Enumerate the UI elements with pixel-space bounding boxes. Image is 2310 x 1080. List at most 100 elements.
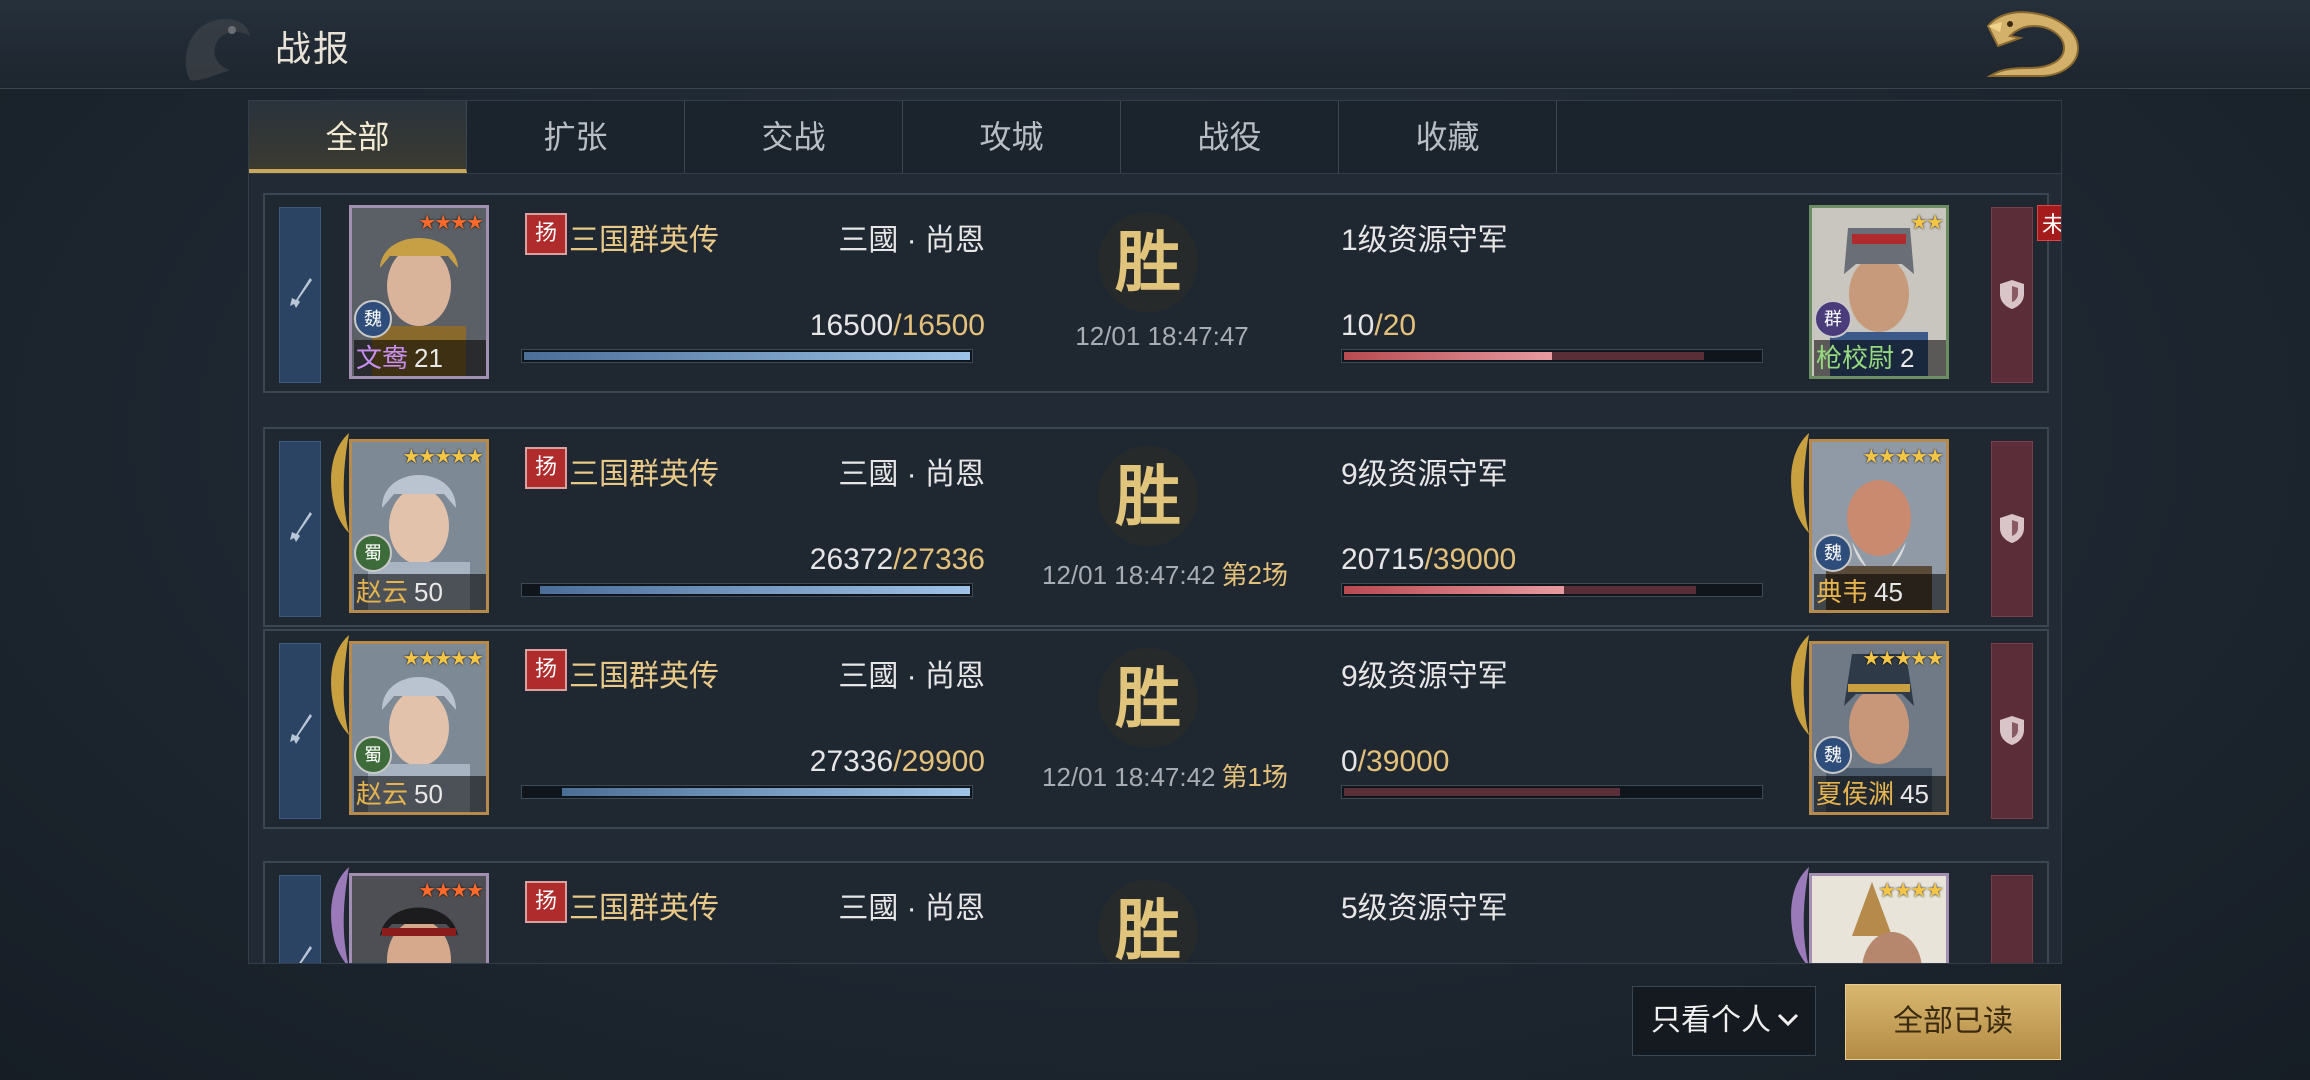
hero-name: 赵云 50 xyxy=(354,776,486,812)
attacker-portrait[interactable]: ★★★★★ 蜀 赵云 50 xyxy=(349,439,489,613)
server-tag: 扬 xyxy=(525,213,567,255)
report-row[interactable]: ★★★★ 魏 文鸯 21 扬 三国群英传 三國 · 尚恩 16500/16500 … xyxy=(263,193,2061,393)
star-rating: ★★ xyxy=(1910,212,1944,234)
defender-side-marker xyxy=(1991,643,2033,819)
attacker-portrait[interactable]: ★★★★★ 蜀 赵云 50 xyxy=(349,641,489,815)
victory-emblem-icon: 胜 xyxy=(1098,212,1198,312)
page-title: 战报 xyxy=(275,28,352,69)
report-list[interactable]: ★★★★ 魏 文鸯 21 扬 三国群英传 三國 · 尚恩 16500/16500 … xyxy=(249,181,2061,963)
attacker-portrait[interactable]: ★★★★ 魏 文鸯 21 xyxy=(349,205,489,379)
hero-level: 45 xyxy=(1900,779,1929,809)
player-name: 三國 · 尚恩 xyxy=(838,660,985,693)
defender-troops: 20715/39000 xyxy=(1341,543,1517,576)
hero-level: 50 xyxy=(414,577,443,607)
enemy-name: 9级资源守军 xyxy=(1341,660,1508,693)
hero-name: 夏侯渊 45 xyxy=(1814,776,1946,812)
attacker-troop-fill xyxy=(540,586,970,594)
victory-emblem-icon: 胜 xyxy=(1098,880,1198,963)
defender-troops: 0/39000 xyxy=(1341,745,1450,778)
enemy-name: 5级资源守军 xyxy=(1341,892,1508,925)
defender-troop-bar xyxy=(1341,785,1763,799)
dragon-emblem-icon xyxy=(185,18,250,81)
attacker-troops: 27336/29900 xyxy=(809,745,985,778)
server-name: 三国群英传 xyxy=(569,224,719,257)
gold-wing-icon xyxy=(331,433,349,533)
defender-troop-bar xyxy=(1341,349,1763,363)
server-name: 三国群英传 xyxy=(569,892,719,925)
defender-portrait[interactable]: ★★★★ xyxy=(1809,873,1949,963)
player-name: 三國 · 尚恩 xyxy=(838,224,985,257)
defender-troop-bar xyxy=(1341,583,1763,597)
battle-time: 12/01 18:47:42 第1场 xyxy=(1042,762,1288,792)
star-rating: ★★★★★ xyxy=(402,648,484,670)
defender-troop-fill xyxy=(1344,586,1564,594)
server-name: 三国群英传 xyxy=(569,660,719,693)
dragon-back-icon[interactable] xyxy=(1980,6,2086,80)
server-name: 三国群英传 xyxy=(569,458,719,491)
server-tag: 扬 xyxy=(525,881,567,923)
shield-icon xyxy=(2000,514,2024,543)
hero-name: 赵云 50 xyxy=(354,574,486,610)
tab-expand[interactable]: 扩张 xyxy=(467,101,685,173)
tab-engage[interactable]: 交战 xyxy=(685,101,903,173)
svg-text:胜: 胜 xyxy=(1115,457,1181,535)
hero-name: 典韦 45 xyxy=(1814,574,1946,610)
hero-level: 2 xyxy=(1900,343,1915,373)
defender-portrait[interactable]: ★★★★★ 魏 夏侯渊 45 xyxy=(1809,641,1949,815)
tab-bar: 全部 扩张 交战 攻城 战役 收藏 xyxy=(249,101,2061,174)
mark-all-read-button[interactable]: 全部已读 xyxy=(1845,984,2061,1060)
faction-badge: 群 xyxy=(1814,300,1852,338)
tab-all[interactable]: 全部 xyxy=(249,101,467,173)
hero-name: 枪校尉 2 xyxy=(1814,340,1946,376)
tab-siege[interactable]: 攻城 xyxy=(903,101,1121,173)
purple-wing-icon xyxy=(1791,867,1809,963)
sword-icon xyxy=(290,278,312,308)
report-row[interactable]: ★★★★★ 蜀 赵云 50 扬 三国群英传 三國 · 尚恩 27336/29900… xyxy=(263,629,2049,829)
defender-portrait[interactable]: ★★ 群 枪校尉 2 xyxy=(1809,205,1949,379)
hero-level: 50 xyxy=(414,779,443,809)
sword-icon xyxy=(299,946,312,963)
attacker-troop-bar xyxy=(521,583,973,597)
sword-icon xyxy=(290,512,312,542)
report-row[interactable]: ★★★★ 扬 三国群英传 三國 · 尚恩 胜 5级资源守军 ★★★★ xyxy=(263,861,2049,963)
defender-portrait[interactable]: ★★★★★ 魏 典韦 45 xyxy=(1809,439,1949,613)
star-rating: ★★★★ xyxy=(418,880,484,902)
report-row[interactable]: ★★★★★ 蜀 赵云 50 扬 三国群英传 三國 · 尚恩 26372/27336… xyxy=(263,427,2049,627)
defender-troops: 10/20 xyxy=(1341,309,1417,342)
faction-badge: 魏 xyxy=(1814,534,1852,572)
shield-icon xyxy=(2000,280,2024,309)
personal-filter-dropdown[interactable]: 只看个人 xyxy=(1632,986,1816,1056)
player-name: 三國 · 尚恩 xyxy=(838,458,985,491)
enemy-name: 9级资源守军 xyxy=(1341,458,1508,491)
faction-badge: 蜀 xyxy=(354,736,392,774)
defender-side-marker xyxy=(1991,441,2033,617)
attacker-side-marker xyxy=(279,875,321,963)
attacker-troop-bar xyxy=(521,785,973,799)
tab-campaign[interactable]: 战役 xyxy=(1121,101,1339,173)
unread-badge: 未读 xyxy=(2036,205,2061,241)
victory-emblem-icon: 胜 xyxy=(1098,648,1198,748)
attacker-portrait[interactable]: ★★★★ xyxy=(349,873,489,963)
battle-time: 12/01 18:47:47 xyxy=(1075,321,1249,351)
star-rating: ★★★★★ xyxy=(402,446,484,468)
svg-text:胜: 胜 xyxy=(1115,659,1181,737)
gold-wing-icon xyxy=(1791,635,1809,735)
attacker-side-marker xyxy=(279,643,321,819)
attacker-troop-fill xyxy=(562,788,970,796)
hero-level: 21 xyxy=(414,343,443,373)
faction-badge: 蜀 xyxy=(354,534,392,572)
defender-troop-fill xyxy=(1344,352,1552,360)
defender-side-marker xyxy=(1991,875,2033,963)
tab-favorites[interactable]: 收藏 xyxy=(1339,101,1557,173)
sword-icon xyxy=(290,714,312,744)
hero-name: 文鸯 21 xyxy=(354,340,486,376)
hero-level: 45 xyxy=(1874,577,1903,607)
gold-wing-icon xyxy=(331,635,349,735)
svg-text:胜: 胜 xyxy=(1115,891,1181,963)
player-name: 三國 · 尚恩 xyxy=(838,892,985,925)
victory-emblem-icon: 胜 xyxy=(1098,446,1198,546)
defender-troop-ghost xyxy=(1344,788,1620,796)
attacker-troop-fill xyxy=(524,352,970,360)
faction-badge: 魏 xyxy=(1814,736,1852,774)
enemy-name: 1级资源守军 xyxy=(1341,224,1508,257)
